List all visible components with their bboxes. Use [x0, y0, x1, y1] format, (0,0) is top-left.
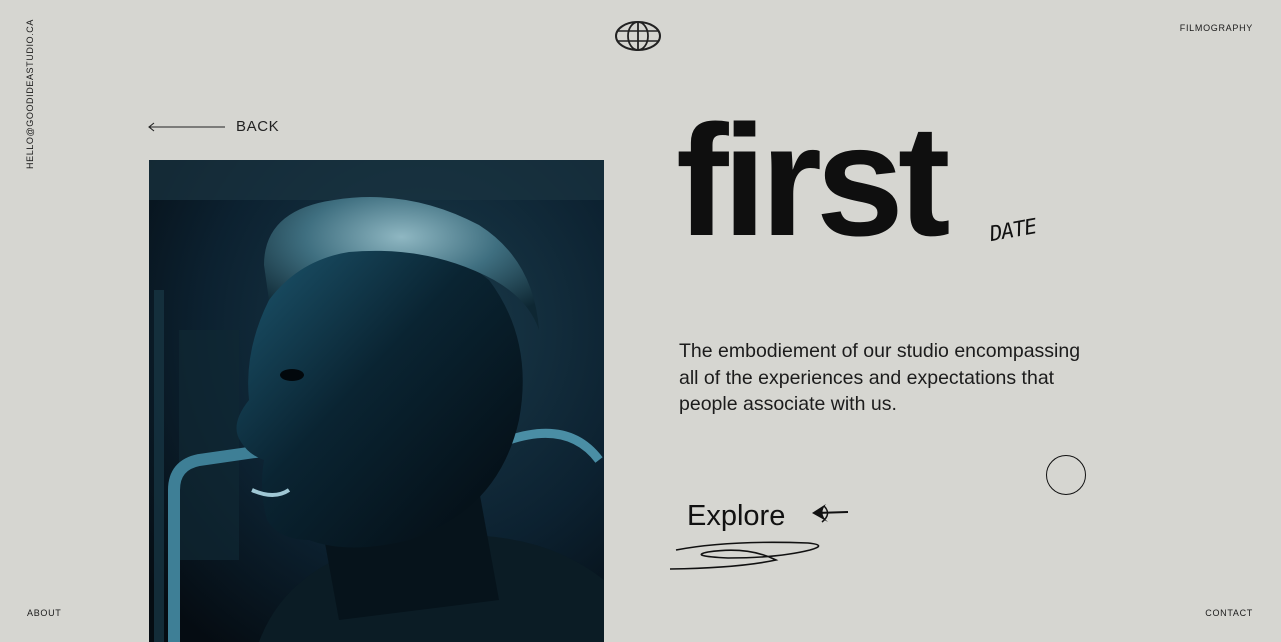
arrow-left-icon — [148, 122, 225, 131]
title-tag: DATE — [987, 214, 1038, 246]
nav-filmography[interactable]: FILMOGRAPHY — [1180, 23, 1253, 33]
circle-button[interactable] — [1046, 455, 1086, 495]
explore-button[interactable]: Explore — [668, 496, 858, 576]
back-button[interactable]: BACK — [147, 118, 279, 135]
scribble-arrow-icon — [669, 504, 849, 570]
email-link[interactable]: HELLO@GOODIDEASTUDIO.CA — [25, 19, 39, 174]
nav-contact[interactable]: CONTACT — [1205, 608, 1253, 618]
hero-photo — [149, 160, 604, 642]
hero-description: The embodiement of our studio encompassi… — [679, 340, 1081, 415]
email-text: HELLO@GOODIDEASTUDIO.CA — [25, 19, 35, 169]
page-title: first — [676, 93, 950, 269]
globe-icon[interactable] — [614, 19, 662, 53]
back-label: BACK — [236, 118, 280, 135]
nav-about[interactable]: ABOUT — [27, 608, 62, 618]
